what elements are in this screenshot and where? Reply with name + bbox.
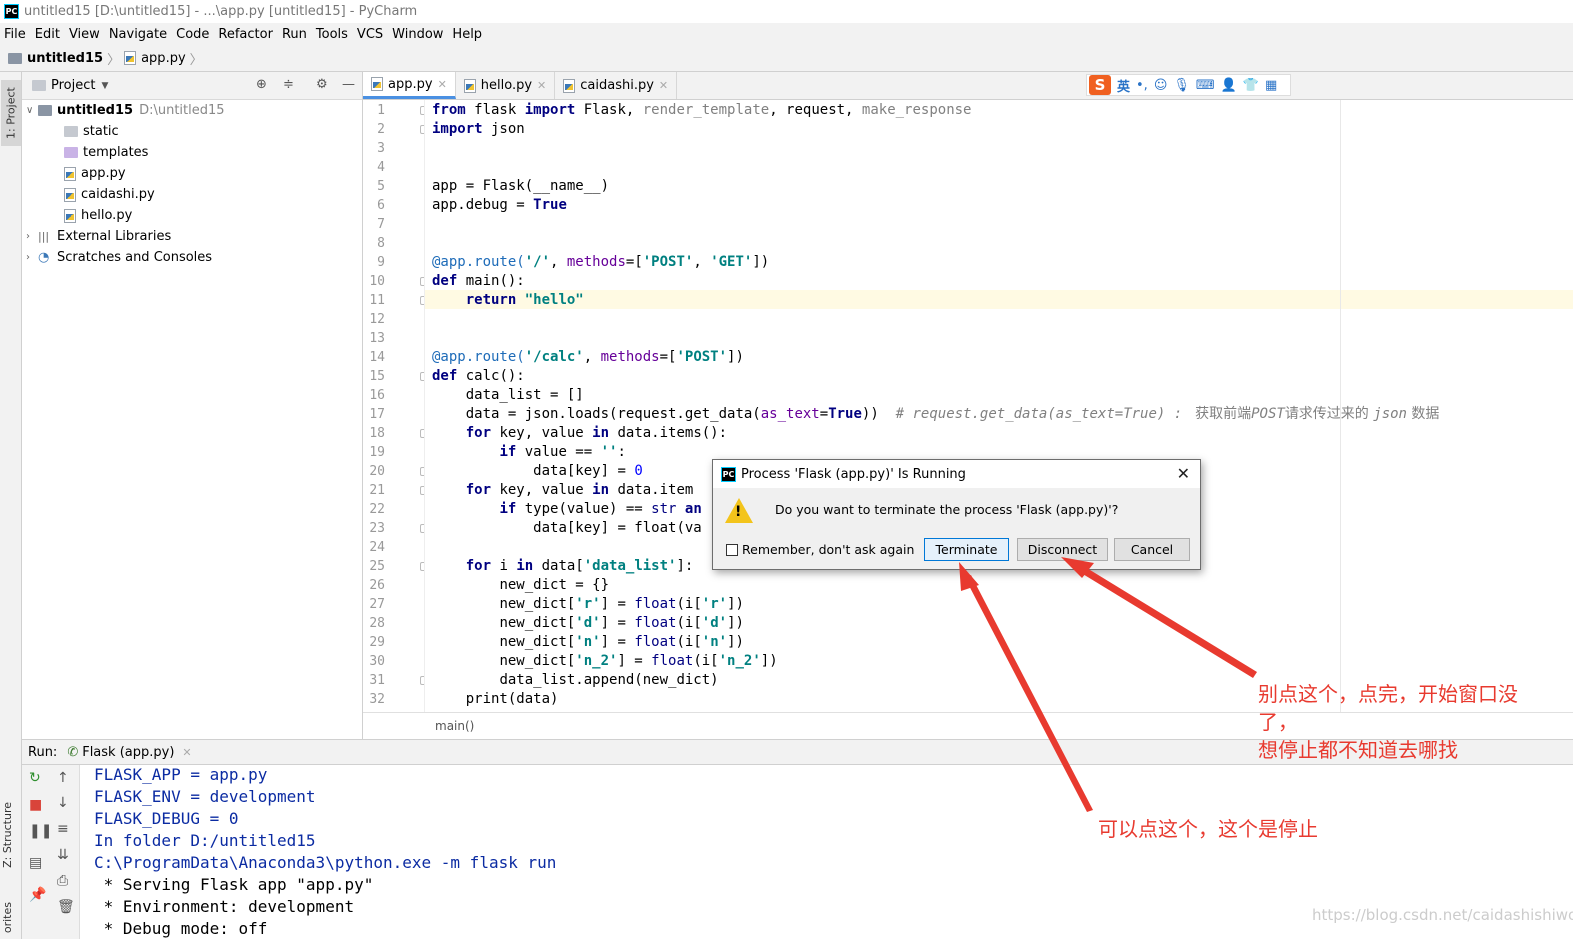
annotation-arrow-disconnect [1073, 562, 1257, 678]
annotation-disconnect-line3: 想停止都不知道去哪找 [1258, 738, 1458, 762]
annotation-arrow-terminate [965, 575, 1093, 812]
annotation-terminate: 可以点这个，这个是停止 [1098, 817, 1318, 841]
watermark: https://blog.csdn.net/caidashishiwo [1312, 906, 1573, 924]
annotation-disconnect-line2: 了， [1258, 710, 1298, 734]
annotation-disconnect-line1: 别点这个，点完，开始窗口没 [1258, 682, 1518, 706]
annotation-arrows [959, 557, 1257, 812]
